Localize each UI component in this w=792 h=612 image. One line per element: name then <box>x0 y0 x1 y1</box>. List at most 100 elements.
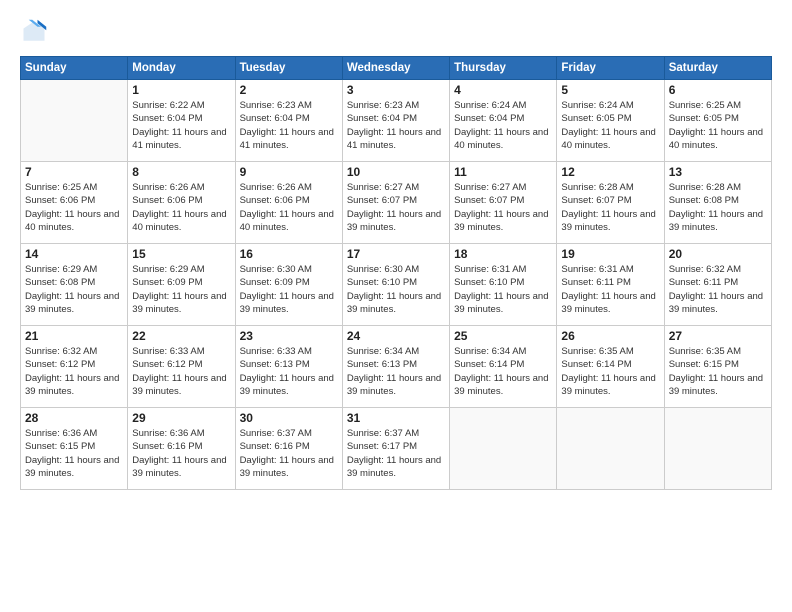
calendar-cell: 4Sunrise: 6:24 AMSunset: 6:04 PMDaylight… <box>450 80 557 162</box>
sunrise-text: Sunrise: 6:27 AM <box>347 181 445 194</box>
calendar-week-row: 7Sunrise: 6:25 AMSunset: 6:06 PMDaylight… <box>21 162 772 244</box>
sunrise-text: Sunrise: 6:24 AM <box>454 99 552 112</box>
calendar-cell: 9Sunrise: 6:26 AMSunset: 6:06 PMDaylight… <box>235 162 342 244</box>
daylight-text: Daylight: 11 hours and 39 minutes. <box>240 372 338 399</box>
calendar-cell: 15Sunrise: 6:29 AMSunset: 6:09 PMDayligh… <box>128 244 235 326</box>
daylight-text: Daylight: 11 hours and 39 minutes. <box>347 372 445 399</box>
daylight-text: Daylight: 11 hours and 39 minutes. <box>669 372 767 399</box>
calendar-cell: 22Sunrise: 6:33 AMSunset: 6:12 PMDayligh… <box>128 326 235 408</box>
daylight-text: Daylight: 11 hours and 39 minutes. <box>25 290 123 317</box>
day-number: 3 <box>347 83 445 97</box>
day-of-week-header: Friday <box>557 57 664 80</box>
sunrise-text: Sunrise: 6:29 AM <box>132 263 230 276</box>
calendar-cell: 11Sunrise: 6:27 AMSunset: 6:07 PMDayligh… <box>450 162 557 244</box>
calendar-cell: 30Sunrise: 6:37 AMSunset: 6:16 PMDayligh… <box>235 408 342 490</box>
sunrise-text: Sunrise: 6:30 AM <box>347 263 445 276</box>
calendar-cell: 31Sunrise: 6:37 AMSunset: 6:17 PMDayligh… <box>342 408 449 490</box>
sunset-text: Sunset: 6:15 PM <box>669 358 767 371</box>
day-of-week-header: Thursday <box>450 57 557 80</box>
calendar-cell: 28Sunrise: 6:36 AMSunset: 6:15 PMDayligh… <box>21 408 128 490</box>
calendar-cell: 6Sunrise: 6:25 AMSunset: 6:05 PMDaylight… <box>664 80 771 162</box>
day-number: 5 <box>561 83 659 97</box>
sunset-text: Sunset: 6:06 PM <box>25 194 123 207</box>
sunrise-text: Sunrise: 6:28 AM <box>669 181 767 194</box>
daylight-text: Daylight: 11 hours and 41 minutes. <box>132 126 230 153</box>
daylight-text: Daylight: 11 hours and 41 minutes. <box>240 126 338 153</box>
calendar-header-row: SundayMondayTuesdayWednesdayThursdayFrid… <box>21 57 772 80</box>
day-number: 27 <box>669 329 767 343</box>
sunset-text: Sunset: 6:11 PM <box>561 276 659 289</box>
sunrise-text: Sunrise: 6:23 AM <box>347 99 445 112</box>
day-number: 30 <box>240 411 338 425</box>
sunset-text: Sunset: 6:07 PM <box>347 194 445 207</box>
sunrise-text: Sunrise: 6:36 AM <box>132 427 230 440</box>
sunset-text: Sunset: 6:15 PM <box>25 440 123 453</box>
calendar-week-row: 1Sunrise: 6:22 AMSunset: 6:04 PMDaylight… <box>21 80 772 162</box>
day-of-week-header: Tuesday <box>235 57 342 80</box>
calendar-week-row: 14Sunrise: 6:29 AMSunset: 6:08 PMDayligh… <box>21 244 772 326</box>
day-number: 15 <box>132 247 230 261</box>
sunrise-text: Sunrise: 6:31 AM <box>454 263 552 276</box>
day-number: 18 <box>454 247 552 261</box>
calendar-cell: 3 Sunrise: 6:23 AMSunset: 6:04 PMDaylight… <box>342 80 449 162</box>
daylight-text: Daylight: 11 hours and 39 minutes. <box>347 290 445 317</box>
calendar-cell <box>557 408 664 490</box>
day-number: 1 <box>132 83 230 97</box>
sunset-text: Sunset: 6:11 PM <box>669 276 767 289</box>
logo-icon <box>20 18 48 46</box>
daylight-text: Daylight: 11 hours and 39 minutes. <box>561 208 659 235</box>
daylight-text: Daylight: 11 hours and 39 minutes. <box>132 372 230 399</box>
sunset-text: Sunset: 6:06 PM <box>240 194 338 207</box>
header <box>20 18 772 46</box>
sunset-text: Sunset: 6:05 PM <box>669 112 767 125</box>
sunrise-text: Sunrise: 6:34 AM <box>347 345 445 358</box>
daylight-text: Daylight: 11 hours and 39 minutes. <box>132 454 230 481</box>
calendar-cell: 17Sunrise: 6:30 AMSunset: 6:10 PMDayligh… <box>342 244 449 326</box>
day-number: 4 <box>454 83 552 97</box>
day-number: 20 <box>669 247 767 261</box>
calendar-cell: 27 Sunrise: 6:35 AMSunset: 6:15 PMDayligh… <box>664 326 771 408</box>
day-number: 22 <box>132 329 230 343</box>
sunset-text: Sunset: 6:16 PM <box>240 440 338 453</box>
sunrise-text: Sunrise: 6:30 AM <box>240 263 338 276</box>
daylight-text: Daylight: 11 hours and 39 minutes. <box>132 290 230 317</box>
logo <box>20 18 52 46</box>
calendar-week-row: 28Sunrise: 6:36 AMSunset: 6:15 PMDayligh… <box>21 408 772 490</box>
daylight-text: Daylight: 11 hours and 39 minutes. <box>454 372 552 399</box>
calendar-cell <box>450 408 557 490</box>
sunset-text: Sunset: 6:06 PM <box>132 194 230 207</box>
sunset-text: Sunset: 6:05 PM <box>561 112 659 125</box>
daylight-text: Daylight: 11 hours and 41 minutes. <box>347 126 445 153</box>
day-number: 23 <box>240 329 338 343</box>
calendar-cell: 14Sunrise: 6:29 AMSunset: 6:08 PMDayligh… <box>21 244 128 326</box>
calendar-cell <box>21 80 128 162</box>
calendar-cell: 10Sunrise: 6:27 AMSunset: 6:07 PMDayligh… <box>342 162 449 244</box>
day-number: 7 <box>25 165 123 179</box>
sunset-text: Sunset: 6:12 PM <box>25 358 123 371</box>
calendar-cell: 29Sunrise: 6:36 AMSunset: 6:16 PMDayligh… <box>128 408 235 490</box>
sunset-text: Sunset: 6:07 PM <box>561 194 659 207</box>
sunrise-text: Sunrise: 6:33 AM <box>132 345 230 358</box>
daylight-text: Daylight: 11 hours and 40 minutes. <box>240 208 338 235</box>
calendar-table: SundayMondayTuesdayWednesdayThursdayFrid… <box>20 56 772 490</box>
sunrise-text: Sunrise: 6:23 AM <box>240 99 338 112</box>
day-of-week-header: Sunday <box>21 57 128 80</box>
sunset-text: Sunset: 6:10 PM <box>454 276 552 289</box>
calendar-cell: 20Sunrise: 6:32 AMSunset: 6:11 PMDayligh… <box>664 244 771 326</box>
day-of-week-header: Monday <box>128 57 235 80</box>
sunrise-text: Sunrise: 6:26 AM <box>240 181 338 194</box>
daylight-text: Daylight: 11 hours and 39 minutes. <box>347 208 445 235</box>
daylight-text: Daylight: 11 hours and 39 minutes. <box>454 208 552 235</box>
calendar-cell: 5Sunrise: 6:24 AMSunset: 6:05 PMDaylight… <box>557 80 664 162</box>
sunrise-text: Sunrise: 6:25 AM <box>25 181 123 194</box>
sunrise-text: Sunrise: 6:22 AM <box>132 99 230 112</box>
sunset-text: Sunset: 6:09 PM <box>240 276 338 289</box>
sunset-text: Sunset: 6:04 PM <box>132 112 230 125</box>
day-number: 24 <box>347 329 445 343</box>
sunset-text: Sunset: 6:16 PM <box>132 440 230 453</box>
sunrise-text: Sunrise: 6:35 AM <box>669 345 767 358</box>
sunset-text: Sunset: 6:04 PM <box>347 112 445 125</box>
calendar-cell: 24Sunrise: 6:34 AMSunset: 6:13 PMDayligh… <box>342 326 449 408</box>
calendar-cell: 23Sunrise: 6:33 AMSunset: 6:13 PMDayligh… <box>235 326 342 408</box>
calendar-week-row: 21Sunrise: 6:32 AMSunset: 6:12 PMDayligh… <box>21 326 772 408</box>
